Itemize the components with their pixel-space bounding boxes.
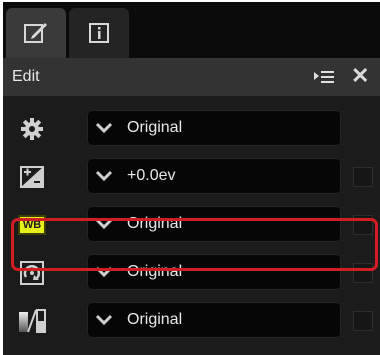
edit-header: Edit ✕ (3, 58, 380, 96)
edit-pencil-icon (24, 23, 47, 43)
panel-title: Edit (12, 68, 40, 85)
info-icon (89, 23, 109, 43)
adjustment-dropdown[interactable]: +0.0ev (87, 158, 341, 194)
panel-menu-icon[interactable] (313, 69, 335, 85)
tab-edit[interactable] (6, 8, 66, 58)
tab-info[interactable] (69, 8, 129, 58)
tab-bar (3, 2, 380, 58)
close-icon[interactable]: ✕ (351, 62, 369, 90)
adjustment-dropdown[interactable]: Original (87, 110, 341, 146)
edit-panel: Edit ✕ Original +0.0ev WB Original Origi… (3, 2, 380, 355)
gear-icon (17, 115, 47, 143)
adjustment-row: +0.0ev (3, 153, 380, 201)
highlight-outline (11, 218, 378, 271)
exposure-compensation-icon (17, 163, 47, 191)
tone-gradient-icon (17, 307, 47, 335)
adjustment-row: Original (3, 297, 380, 345)
dropdown-value: +0.0ev (127, 167, 176, 184)
apply-checkbox[interactable] (353, 167, 373, 187)
chevron-down-icon (95, 122, 113, 134)
apply-checkbox[interactable] (353, 311, 373, 331)
adjustment-row: Original (3, 105, 380, 153)
adjustment-dropdown[interactable]: Original (87, 302, 341, 338)
dropdown-value: Original (127, 311, 183, 328)
dropdown-value: Original (127, 119, 183, 136)
chevron-down-icon (95, 314, 113, 326)
chevron-down-icon (95, 170, 113, 182)
